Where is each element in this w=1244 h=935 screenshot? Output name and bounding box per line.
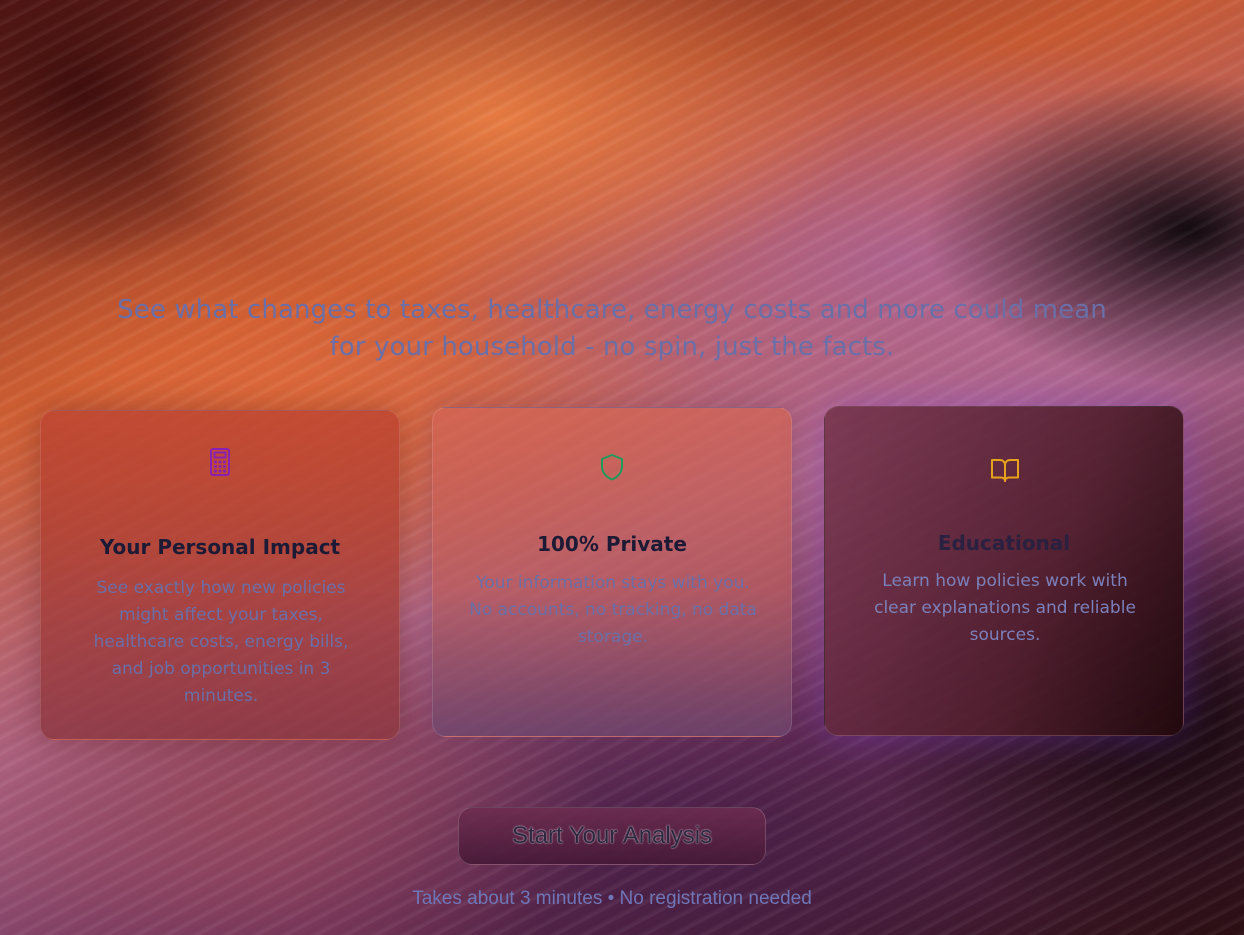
feature-card-private: 100% Private Your information stays with… xyxy=(432,407,792,737)
feature-card-personal-impact: Your Personal Impact See exactly how new… xyxy=(40,410,400,740)
calculator-icon xyxy=(205,447,235,477)
feature-description: Learn how policies work with clear expla… xyxy=(874,571,1136,645)
footnote: Takes about 3 minutes • No registration … xyxy=(412,888,812,909)
feature-title: Your Personal Impact xyxy=(99,535,341,559)
shield-icon xyxy=(597,452,627,482)
feature-title: Educational xyxy=(937,531,1071,555)
feature-title: 100% Private xyxy=(537,532,687,556)
book-open-icon xyxy=(989,455,1019,485)
hero-subtitle: See what changes to taxes, healthcare, e… xyxy=(117,295,1107,362)
start-analysis-button[interactable]: Start Your Analysis xyxy=(458,807,766,865)
feature-description: Your information stays with you. No acco… xyxy=(469,573,757,647)
feature-description: See exactly how new policies might affec… xyxy=(93,578,349,706)
feature-card-educational: Educational Learn how policies work with… xyxy=(824,406,1184,736)
